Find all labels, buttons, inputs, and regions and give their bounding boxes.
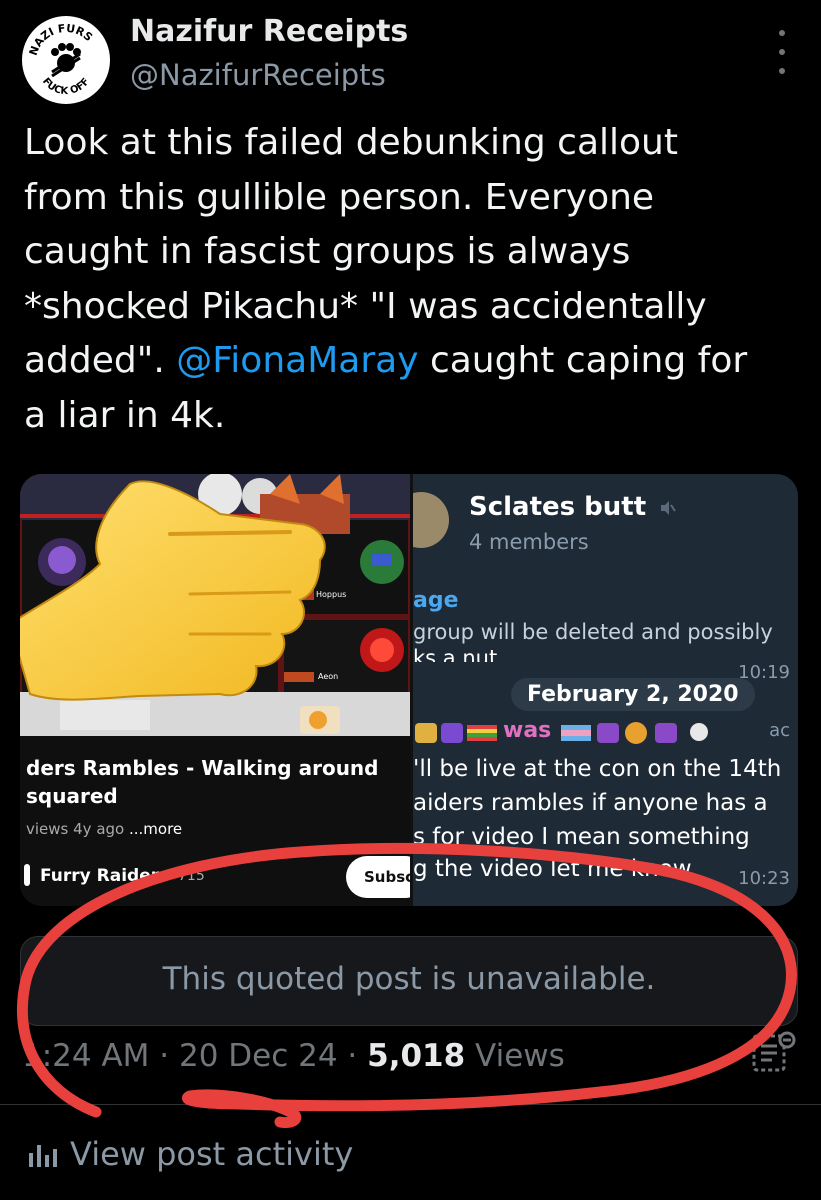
- views-label: Views: [465, 1038, 565, 1074]
- participant-label: Hoppus: [316, 590, 347, 599]
- quoted-post-unavailable: This quoted post is unavailable.: [20, 936, 798, 1026]
- message-sender: was: [503, 718, 552, 743]
- video-stats: views 4y ago: [26, 820, 125, 838]
- message-text: s for video I mean something: [413, 824, 750, 850]
- member-count: 4 members: [469, 530, 589, 554]
- post-text: Look at this failed debunking callout fr…: [24, 116, 804, 443]
- message-text: group will be deleted and possibly: [413, 620, 773, 644]
- avatar-logo: NAZI FURS FUCK OFF: [23, 17, 109, 103]
- group-name: Sclates butt: [469, 492, 677, 522]
- group-avatar: [413, 492, 449, 548]
- emoji-strip: [415, 723, 497, 743]
- author-avatar[interactable]: NAZI FURS FUCK OFF: [22, 16, 110, 104]
- post-text-segment: caught caping for: [418, 340, 748, 381]
- group-name-text: Sclates butt: [469, 492, 647, 522]
- message-text: g the video let me know: [413, 856, 692, 882]
- quoted-post-text: This quoted post is unavailable.: [162, 961, 656, 997]
- video-details: ders Rambles - Walking around squared vi…: [20, 736, 410, 906]
- meta-separator: ·: [337, 1038, 368, 1074]
- post-date: 20 Dec 24: [178, 1038, 338, 1074]
- message-text: ks a nut: [413, 646, 498, 662]
- video-meta: views 4y ago ...more: [26, 820, 182, 838]
- subscribe-button: Subscribe: [346, 856, 410, 898]
- more-link: ...more: [128, 820, 183, 838]
- channel-name: Furry Raiders: [40, 866, 170, 886]
- subscriber-count: 715: [178, 868, 205, 884]
- mute-icon: [661, 500, 677, 515]
- message-sender: age: [413, 588, 459, 613]
- post-line-with-mention: added". @FionaMaray caught caping for: [24, 334, 804, 389]
- video-frame: Hoppus Aeon: [20, 474, 410, 736]
- view-post-activity-label: View post activity: [70, 1135, 354, 1173]
- post-line: a liar in 4k.: [24, 394, 226, 436]
- pointing-hand-emoji: [20, 480, 326, 701]
- channel-avatar: [24, 864, 30, 886]
- message-text: 'll be live at the con on the 14th: [413, 756, 782, 782]
- post-line: from this gullible person. Everyone: [24, 176, 655, 218]
- view-post-activity-button[interactable]: View post activity: [28, 1132, 353, 1176]
- post-line: caught in fascist groups is always: [24, 231, 631, 272]
- bar-chart-icon: [29, 1145, 57, 1167]
- views-count: 5,018: [367, 1038, 466, 1074]
- message-text: aiders rambles if anyone has a: [413, 790, 768, 816]
- post-media[interactable]: Hoppus Aeon ders Rambles - Walking aroun…: [20, 474, 798, 906]
- post-line: *shocked Pikachu* "I was accidentally: [24, 285, 707, 327]
- emoji-strip: [561, 722, 708, 744]
- message-sender-row: was ac: [413, 718, 798, 748]
- bookmark-list-icon[interactable]: [752, 1030, 796, 1074]
- sender-tag: ac: [769, 720, 790, 741]
- participant-label: Aeon: [318, 672, 339, 681]
- video-title: ders Rambles - Walking around: [26, 756, 379, 780]
- youtube-screenshot[interactable]: Hoppus Aeon ders Rambles - Walking aroun…: [20, 474, 410, 906]
- author-name[interactable]: Nazifur Receipts: [130, 14, 408, 49]
- more-icon[interactable]: [770, 30, 794, 74]
- post-text-segment: added".: [24, 340, 177, 381]
- date-chip: February 2, 2020: [511, 678, 755, 711]
- post-meta: 1:24 AM · 20 Dec 24 · 5,018 Views: [22, 1038, 565, 1074]
- telegram-screenshot[interactable]: Sclates butt 4 members age group will be…: [413, 474, 798, 906]
- mention-link[interactable]: @FionaMaray: [176, 340, 418, 381]
- video-title: squared: [26, 784, 118, 808]
- divider: [0, 1104, 821, 1105]
- post-time: 1:24 AM: [22, 1038, 150, 1074]
- meta-separator: ·: [149, 1038, 179, 1074]
- author-handle[interactable]: @NazifurReceipts: [130, 58, 386, 92]
- post-line: Look at this failed debunking callout: [24, 122, 678, 163]
- message-time: 10:23: [738, 868, 790, 889]
